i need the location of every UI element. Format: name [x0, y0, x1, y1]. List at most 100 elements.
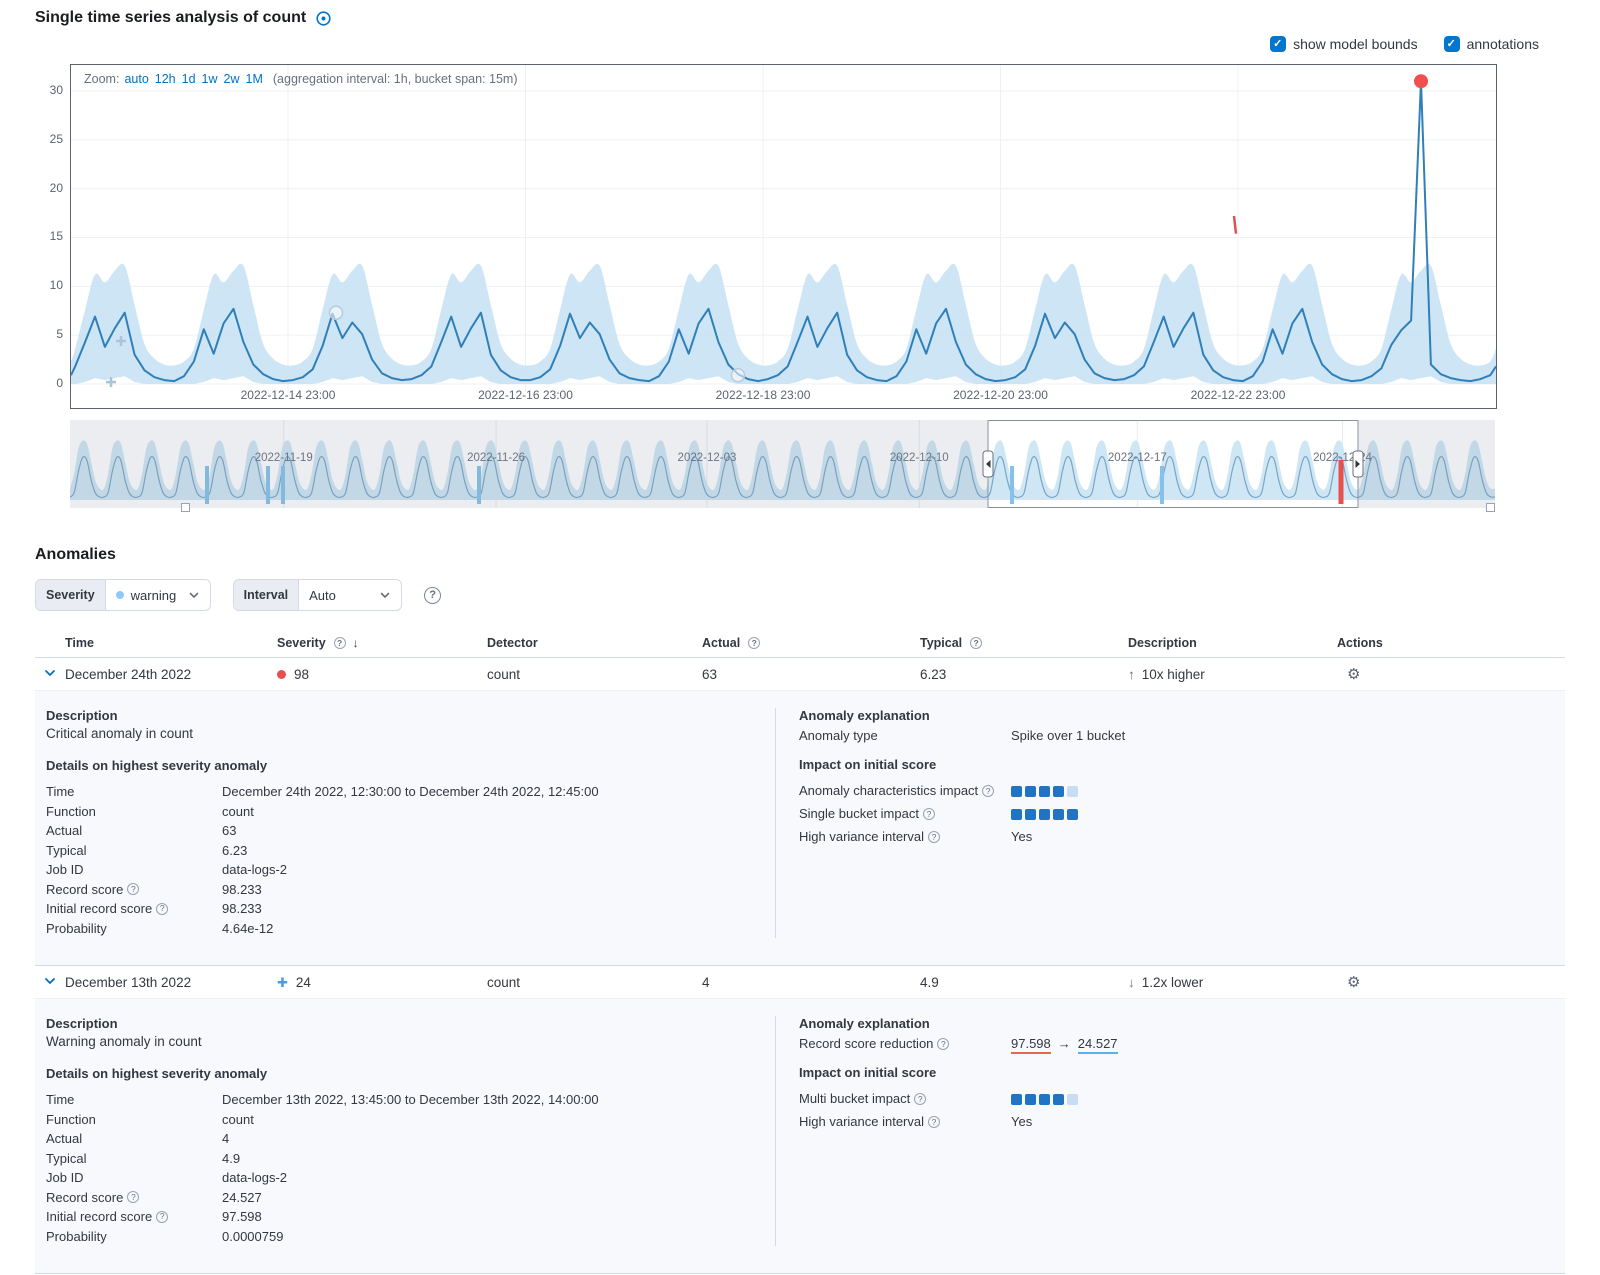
detail-field-value: count — [222, 1110, 254, 1130]
detail-field-row: Actual4 — [46, 1129, 751, 1149]
detail-field-value: December 24th 2022, 12:30:00 to December… — [222, 782, 599, 802]
range-handle-right[interactable] — [1486, 503, 1495, 512]
help-icon[interactable] — [424, 587, 441, 604]
info-icon[interactable] — [914, 1093, 926, 1105]
info-icon[interactable] — [156, 1211, 168, 1223]
collapse-row-button[interactable] — [41, 972, 59, 993]
anomaly-description: ↓1.2x lower — [1128, 975, 1337, 990]
detail-field-value: data-logs-2 — [222, 1168, 287, 1188]
x-axis-label: 2022-12-20 23:00 — [953, 388, 1048, 402]
x-axis-label: 2022-12-16 23:00 — [478, 388, 573, 402]
interval-filter-select[interactable]: Auto — [299, 580, 401, 610]
detail-field-value: 24.527 — [222, 1188, 262, 1208]
info-icon[interactable] — [970, 637, 982, 649]
column-header-actual[interactable]: Actual — [702, 636, 920, 650]
zoom-option-auto[interactable]: auto — [124, 72, 148, 86]
info-icon[interactable] — [928, 831, 940, 843]
page-header: Single time series analysis of count — [0, 0, 1600, 27]
anomaly-description: ↑10x higher — [1128, 667, 1337, 682]
severity-filter-select[interactable]: warning — [106, 580, 210, 610]
context-mask-right — [1358, 420, 1495, 508]
actions-gear-button[interactable]: ⚙ — [1345, 971, 1362, 993]
anomaly-actual: 63 — [702, 667, 920, 682]
brush-handle-left[interactable] — [983, 451, 993, 477]
anomalies-heading: Anomalies — [35, 546, 1565, 564]
anomaly-row[interactable]: December 13th 2022✚24count44.9↓1.2x lowe… — [35, 966, 1565, 999]
arrow-right-icon: → — [1058, 1036, 1071, 1051]
context-mask-left — [70, 420, 988, 508]
details-description-text: Critical anomaly in count — [46, 726, 751, 741]
detail-field-value: 0.0000759 — [222, 1227, 283, 1247]
zoom-option-2w[interactable]: 2w — [224, 72, 240, 86]
column-header-time[interactable]: Time — [65, 636, 277, 650]
critical-anomaly-dot[interactable] — [1414, 74, 1428, 88]
annotations-label: annotations — [1467, 36, 1539, 52]
actions-gear-button[interactable]: ⚙ — [1345, 663, 1362, 685]
aggregation-note: (aggregation interval: 1h, bucket span: … — [273, 72, 518, 86]
column-header-actions[interactable]: Actions — [1337, 636, 1565, 650]
context-chart-svg[interactable]: 2022-11-192022-11-262022-12-032022-12-10… — [70, 420, 1495, 508]
info-icon[interactable] — [156, 903, 168, 915]
info-icon[interactable] — [127, 883, 139, 895]
range-handle-left[interactable] — [181, 503, 190, 512]
y-axis-label: 15 — [50, 228, 63, 244]
zoom-option-1M[interactable]: 1M — [246, 72, 263, 86]
detail-field-value: 6.23 — [222, 841, 247, 861]
checkbox-checked-icon[interactable] — [1270, 36, 1286, 52]
y-axis-label: 5 — [56, 326, 63, 342]
column-header-detector[interactable]: Detector — [487, 636, 702, 650]
column-header-description[interactable]: Description — [1128, 636, 1337, 650]
explanation-value: Yes — [1011, 1112, 1032, 1132]
detail-field-row: Initial record score98.233 — [46, 899, 751, 919]
x-axis-label: 2022-12-22 23:00 — [1191, 388, 1286, 402]
info-icon[interactable] — [127, 1191, 139, 1203]
anomaly-details-panel: DescriptionWarning anomaly in countDetai… — [35, 999, 1565, 1274]
info-icon[interactable] — [923, 808, 935, 820]
info-icon[interactable] — [928, 1116, 940, 1128]
y-axis-label: 30 — [50, 82, 63, 98]
x-axis-label: 2022-12-14 23:00 — [241, 388, 336, 402]
info-icon[interactable] — [334, 637, 346, 649]
info-icon[interactable] — [982, 785, 994, 797]
anomaly-circle-marker[interactable] — [732, 369, 745, 382]
collapse-row-button[interactable] — [41, 664, 59, 685]
anomaly-severity: ✚24 — [277, 975, 487, 990]
interval-filter: Interval Auto — [233, 579, 402, 611]
chart-toggles: show model bounds annotations — [0, 27, 1600, 64]
anomalies-table-body: December 24th 202298count636.23↑10x high… — [35, 658, 1565, 1274]
anomaly-detector: count — [487, 667, 702, 682]
sort-desc-icon: ↓ — [353, 636, 359, 650]
brush-handle-right[interactable] — [1353, 451, 1363, 477]
zoom-option-1d[interactable]: 1d — [182, 72, 196, 86]
annotations-toggle[interactable]: annotations — [1444, 36, 1539, 52]
context-chart[interactable]: 2022-11-192022-11-262022-12-032022-12-10… — [70, 420, 1497, 508]
column-header-severity[interactable]: Severity↓ — [277, 636, 487, 650]
annotation-dash — [1234, 216, 1236, 234]
details-subheading: Details on highest severity anomaly — [46, 758, 751, 773]
anomaly-typical: 4.9 — [920, 975, 1128, 990]
zoom-option-12h[interactable]: 12h — [155, 72, 176, 86]
show-model-bounds-toggle[interactable]: show model bounds — [1270, 36, 1418, 52]
main-chart[interactable]: Zoom:auto12h1d1w2w1M(aggregation interva… — [70, 64, 1497, 409]
record-score-before: 97.598 — [1011, 1036, 1051, 1054]
checkbox-checked-icon[interactable] — [1444, 36, 1460, 52]
zoom-option-1w[interactable]: 1w — [202, 72, 218, 86]
details-description-heading: Description — [46, 708, 751, 723]
explanation-row: Record score reduction97.598→24.527 — [799, 1034, 1565, 1054]
page-title: Single time series analysis of count — [35, 9, 306, 27]
y-axis-label: 25 — [50, 131, 63, 147]
info-icon[interactable] — [748, 637, 760, 649]
column-header-typical[interactable]: Typical — [920, 636, 1128, 650]
anomaly-circle-marker[interactable] — [330, 306, 343, 319]
details-subheading: Details on highest severity anomaly — [46, 1066, 751, 1081]
detail-field-value: 97.598 — [222, 1207, 262, 1227]
interval-filter-value: Auto — [309, 588, 336, 603]
context-axis-label: 2022-12-17 — [1108, 452, 1167, 464]
anomaly-row[interactable]: December 24th 202298count636.23↑10x high… — [35, 658, 1565, 691]
info-icon[interactable] — [937, 1038, 949, 1050]
main-chart-svg[interactable]: 2022-12-14 23:00 2022-12-16 23:00 2022-12-… — [71, 65, 1496, 408]
arrow-up-icon: ↑ — [1128, 667, 1135, 682]
explanation-value: Yes — [1011, 827, 1032, 847]
detail-field-row: Probability4.64e-12 — [46, 919, 751, 939]
context-anomaly-tick — [1160, 466, 1164, 504]
